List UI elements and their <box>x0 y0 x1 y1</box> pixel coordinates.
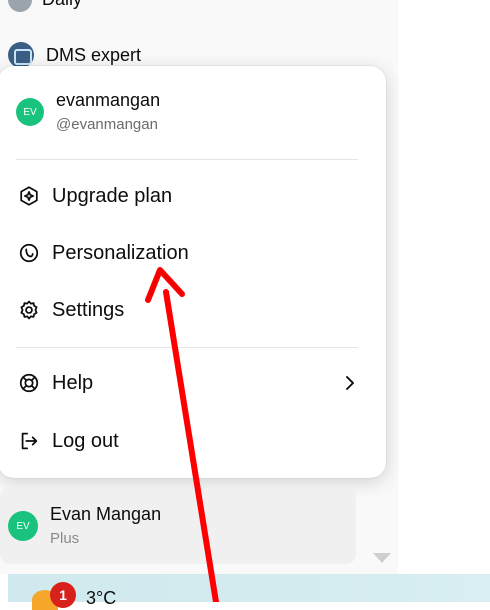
menu-item-log-out[interactable]: Log out <box>10 419 360 463</box>
account-name: Evan Mangan <box>50 504 162 524</box>
account-plan: Plus <box>50 530 80 547</box>
menu-item-personalization[interactable]: Personalization <box>10 231 360 275</box>
help-lifebuoy-icon <box>18 372 40 394</box>
gpt-avatar-icon <box>8 0 32 12</box>
personalization-icon <box>18 242 40 264</box>
chevron-right-icon <box>340 373 360 393</box>
sidebar-item-label: Daily <box>42 0 82 9</box>
avatar: EV <box>8 511 38 541</box>
divider <box>16 347 358 348</box>
divider <box>16 159 358 160</box>
account-button[interactable]: EV Evan Mangan Plus <box>0 488 356 564</box>
menu-item-label: Personalization <box>52 241 189 264</box>
menu-item-upgrade-plan[interactable]: Upgrade plan <box>10 174 360 218</box>
profile-name: evanmangan <box>56 90 161 110</box>
taskbar: 1 3°C <box>8 574 490 610</box>
menu-item-label: Log out <box>52 429 119 452</box>
logout-icon <box>18 430 40 452</box>
gear-icon <box>18 299 40 321</box>
scroll-down-arrow-icon[interactable] <box>373 553 391 563</box>
temperature-readout[interactable]: 3°C <box>86 588 116 609</box>
profile-menu: EV evanmangan @evanmangan Upgrade plan P… <box>0 66 386 478</box>
menu-item-label: Settings <box>52 298 125 321</box>
avatar: EV <box>16 98 44 126</box>
menu-item-label: Help <box>52 371 94 394</box>
profile-header: EV evanmangan @evanmangan <box>16 88 160 136</box>
upgrade-icon <box>18 185 40 207</box>
profile-handle: @evanmangan <box>56 116 158 133</box>
menu-item-label: Upgrade plan <box>52 184 173 207</box>
sidebar-item-label: DMS expert <box>46 44 142 65</box>
gpt-avatar-icon <box>8 42 34 68</box>
sidebar-item-partial[interactable]: Daily <box>8 0 82 12</box>
menu-item-help[interactable]: Help <box>10 361 360 405</box>
menu-item-settings[interactable]: Settings <box>10 288 360 332</box>
notification-badge: 1 <box>50 582 76 608</box>
